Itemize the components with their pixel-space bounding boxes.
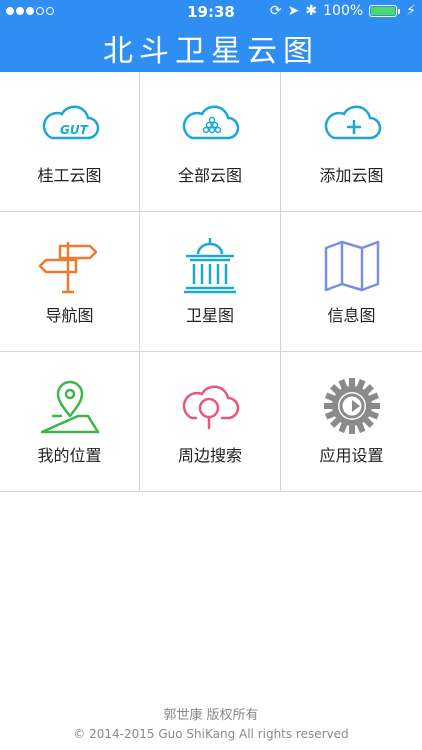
grid-item-nearby-search[interactable]: 周边搜索 [140,352,281,492]
grid-item-label: 全部云图 [177,166,242,185]
grid-item-label: 卫星图 [185,306,234,325]
gear-icon [320,374,384,438]
grid-item-label: 我的位置 [37,446,102,465]
grid-item-label: 应用设置 [319,446,384,465]
status-right: ⟳ ➤ ✱ 100% ⚡ [270,3,416,19]
page-title: 北斗卫星云图 [103,34,319,69]
location-pin-icon [38,374,102,438]
signpost-icon [38,234,102,298]
battery-icon [369,5,398,17]
grid-item-navigation[interactable]: 导航图 [0,212,140,352]
charging-icon: ⚡ [406,3,416,19]
footer-owner: 郭世康 版权所有 [163,708,259,723]
grid-item-label: 周边搜索 [177,446,242,465]
cloud-logo-icon: GUT [38,94,102,158]
svg-text:GUT: GUT [60,123,89,137]
grid-item-add-cloud[interactable]: 添加云图 [281,72,422,212]
footer-copyright: © 2014-2015 Guo ShiKang All rights reser… [73,727,349,741]
cloud-search-icon [178,374,242,438]
grid-item-label: 信息图 [327,306,376,325]
map-icon [320,234,384,298]
orientation-lock-icon: ⟳ [269,3,282,19]
cloud-dots-icon [178,94,242,158]
menu-grid: GUT 桂工云图 全部云图 添加云图 导航图 卫星图 信息图 我的位置 周边搜索… [0,72,422,492]
grid-item-settings[interactable]: 应用设置 [281,352,422,492]
location-arrow-icon: ➤ [287,3,300,19]
grid-item-info[interactable]: 信息图 [281,212,422,352]
grid-item-my-location[interactable]: 我的位置 [0,352,140,492]
status-bar: 19:38 ⟳ ➤ ✱ 100% ⚡ [0,0,422,24]
grid-item-guigong-cloud[interactable]: GUT 桂工云图 [0,72,140,212]
bluetooth-icon: ✱ [305,3,318,19]
building-icon [178,234,242,298]
grid-item-satellite[interactable]: 卫星图 [140,212,281,352]
header-bar: 北斗卫星云图 [0,24,422,72]
battery-percent: 100% [323,3,364,19]
cloud-plus-icon [320,94,384,158]
grid-item-label: 桂工云图 [37,166,102,185]
grid-item-label: 导航图 [45,306,94,325]
grid-item-label: 添加云图 [319,166,384,185]
grid-item-all-clouds[interactable]: 全部云图 [140,72,281,212]
